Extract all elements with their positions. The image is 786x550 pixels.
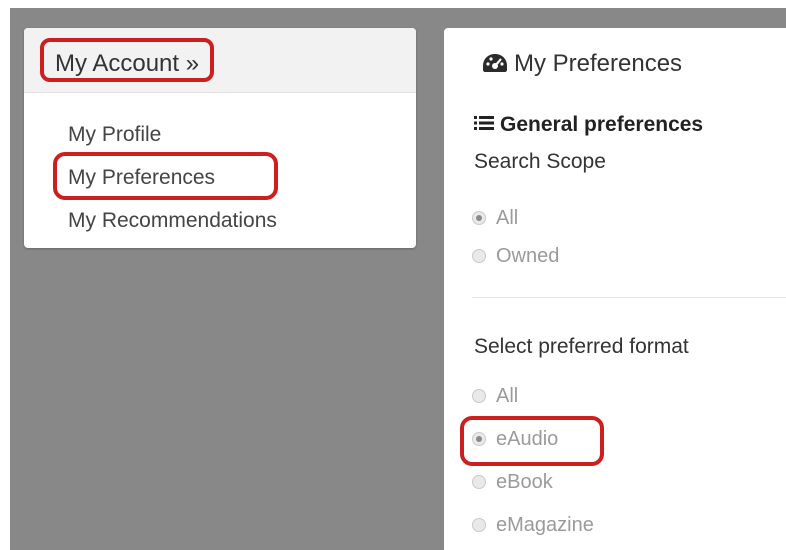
format-ebook-label: eBook (496, 471, 553, 493)
general-preferences-heading: General preferences (474, 112, 703, 138)
radio-unchecked-icon[interactable] (472, 249, 486, 263)
search-scope-label: Search Scope (474, 150, 606, 173)
preferences-panel: My Preferences General preferences Searc… (444, 28, 786, 550)
scope-owned-label: Owned (496, 245, 560, 267)
preferences-title-text: My Preferences (514, 50, 683, 77)
list-icon (474, 112, 494, 130)
my-account-title[interactable]: My Account » (40, 38, 215, 82)
radio-unchecked-icon[interactable] (472, 389, 486, 403)
preferred-format-label: Select preferred format (474, 335, 689, 358)
format-all-label: All (496, 385, 519, 407)
my-recommendations-link[interactable]: My Recommendations (68, 207, 277, 235)
radio-checked-icon[interactable] (472, 432, 486, 446)
radio-unchecked-icon[interactable] (472, 518, 486, 532)
dashboard-icon (482, 51, 508, 72)
scope-all-label: All (496, 207, 519, 229)
radio-checked-icon[interactable] (472, 211, 486, 225)
preferences-title: My Preferences (482, 49, 682, 79)
format-emagazine-label: eMagazine (496, 514, 594, 536)
section-divider (472, 297, 786, 298)
format-eaudio-label: eAudio (496, 428, 559, 450)
general-preferences-text: General preferences (500, 113, 704, 136)
radio-unchecked-icon[interactable] (472, 475, 486, 489)
my-preferences-link[interactable]: My Preferences (68, 164, 215, 192)
account-header: My Account » (24, 28, 416, 93)
my-profile-link[interactable]: My Profile (68, 121, 161, 149)
